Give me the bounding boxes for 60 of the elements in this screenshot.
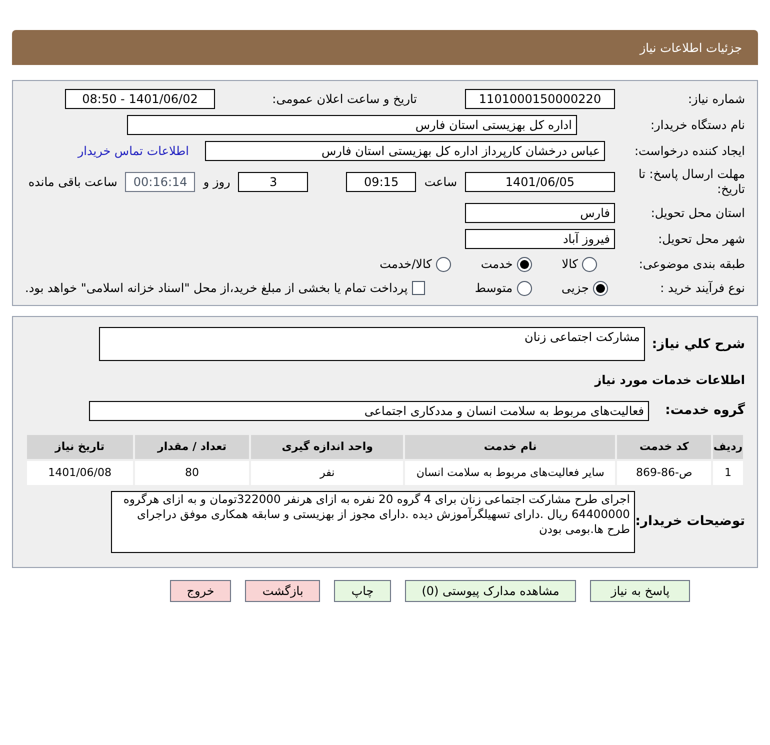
column-header: واحد اندازه گیری bbox=[251, 435, 404, 459]
action-button[interactable]: پاسخ به نیاز bbox=[590, 580, 690, 602]
section-heading: اطلاعات خدمات مورد نیاز bbox=[593, 372, 745, 389]
action-button[interactable]: خروج bbox=[170, 580, 232, 602]
radio-button[interactable] bbox=[516, 256, 532, 272]
radio-label: خدمت bbox=[480, 256, 513, 273]
table-cell: نفر bbox=[251, 461, 404, 485]
field-label: شرح کلي نیاز: bbox=[650, 336, 745, 354]
radio-label: متوسط bbox=[474, 280, 513, 297]
table-cell: 1401/06/08 bbox=[27, 461, 133, 485]
field-label: نوع فرآیند خرید : bbox=[659, 280, 745, 297]
field-label: استان محل تحویل: bbox=[650, 205, 745, 222]
notes-box: اجرای طرح مشارکت اجتماعی زنان برای 4 گروه 20 نفره به ازای هرنفر 322000تومان و به ازای هرگروه 64400000 ریال .دارای تسهیلگرآموزش دیده .دارای مجوز از بهزیستی و سابقه همکاری موفق دراجرای طرح ها.بومی بودن bbox=[111, 491, 635, 553]
radio-button[interactable] bbox=[516, 280, 532, 296]
field-label: مهلت ارسال پاسخ: تا تاریخ: bbox=[637, 167, 745, 197]
field-label: شماره نیاز: bbox=[687, 91, 745, 108]
table-cell: 1 bbox=[713, 461, 743, 485]
field-value: 1401/06/05 bbox=[465, 172, 615, 192]
radio-button[interactable] bbox=[592, 280, 608, 296]
contact-link[interactable]: اطلاعات تماس خریدار bbox=[78, 142, 189, 160]
radio-button[interactable] bbox=[582, 256, 597, 272]
table-cell: ص-86-869 bbox=[617, 461, 711, 485]
field-label: طبقه بندی موضوعی: bbox=[638, 256, 745, 273]
checkbox[interactable] bbox=[412, 281, 425, 295]
action-button[interactable]: چاپ bbox=[334, 580, 391, 602]
radio-label: کالا bbox=[562, 256, 578, 273]
radio-label: کالا/خدمت bbox=[380, 256, 432, 273]
field-value: 3 bbox=[238, 172, 308, 192]
column-header: تعداد / مقدار bbox=[134, 435, 250, 459]
field-value: عباس درخشان کارپرداز اداره کل بهزیستی استان فارس bbox=[205, 141, 605, 161]
field-value: 1401/06/02 - 08:50 bbox=[65, 89, 215, 109]
field-label: توضیحات خریدار: bbox=[635, 513, 745, 532]
action-button[interactable]: مشاهده مدارک پیوستی (0) bbox=[404, 580, 576, 602]
field-label: نام دستگاه خریدار: bbox=[650, 117, 745, 134]
countdown-field: 00:16:14 bbox=[125, 172, 196, 192]
field-label: تاریخ و ساعت اعلان عمومی: bbox=[271, 91, 418, 108]
field-label: پرداخت تمام یا بخشی از مبلغ خرید،از محل "اسناد خزانه اسلامی" خواهد بود. bbox=[25, 280, 408, 297]
field-label: روز و bbox=[203, 174, 230, 191]
table-cell: 80 bbox=[134, 461, 250, 485]
column-header: ردیف bbox=[713, 435, 743, 459]
field-value: فارس bbox=[465, 203, 615, 223]
field-label: شهر محل تحویل: bbox=[657, 231, 745, 248]
page-title: جزئیات اطلاعات نیاز bbox=[640, 40, 742, 56]
field-value: 09:15 bbox=[346, 172, 416, 192]
field-label: ساعت bbox=[424, 174, 457, 191]
field-value: 1101000150000220 bbox=[465, 89, 615, 109]
field-value: اداره کل بهزیستی استان فارس bbox=[127, 115, 577, 135]
radio-label: جزیی bbox=[562, 280, 589, 297]
action-button[interactable]: بازگشت bbox=[245, 580, 320, 602]
field-value: مشارکت اجتماعی زنان bbox=[99, 327, 645, 361]
field-value: فعالیت‌های مربوط به سلامت انسان و مددکاری اجتماعی bbox=[89, 401, 649, 421]
field-value: فیروز آباد bbox=[465, 229, 615, 249]
radio-button[interactable] bbox=[436, 256, 451, 272]
field-label: گروه خدمت: bbox=[664, 401, 745, 420]
table-cell: سایر فعالیت‌های مربوط به سلامت انسان bbox=[405, 461, 616, 485]
column-header: تاریخ نیاز bbox=[27, 435, 133, 459]
field-label: ایجاد کننده درخواست: bbox=[633, 143, 745, 160]
column-header: نام خدمت bbox=[405, 435, 616, 459]
column-header: کد خدمت bbox=[617, 435, 711, 459]
field-label: ساعت باقی مانده bbox=[28, 174, 118, 191]
